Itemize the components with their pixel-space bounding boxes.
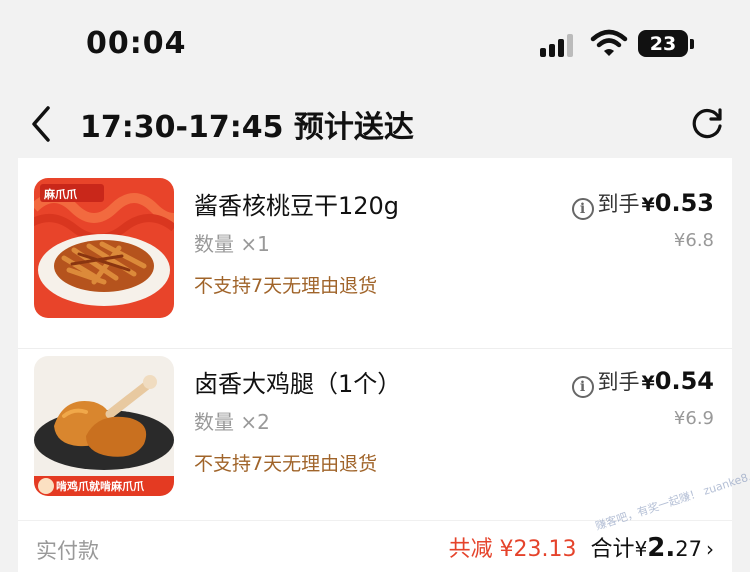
chevron-right-icon[interactable]: › xyxy=(706,537,714,561)
price-label: 到手 xyxy=(597,192,640,216)
info-icon[interactable]: i xyxy=(571,198,594,220)
total-label: 合计 xyxy=(590,537,635,562)
clock: 00:04 xyxy=(86,26,187,61)
summary-total[interactable]: 共减 ¥23.13 合计 ¥ 2. 27 › xyxy=(449,531,714,563)
battery-icon: 23 xyxy=(638,30,688,57)
price-label: 到手 xyxy=(597,370,640,394)
brand-banner: 啃鸡爪就啃麻爪爪 xyxy=(56,480,144,493)
total-amount-integer: 2. xyxy=(647,533,676,563)
item-name: 酱香核桃豆干120g xyxy=(194,192,400,220)
return-policy-note: 不支持7天无理由退货 xyxy=(194,453,378,475)
currency-symbol: ¥ xyxy=(641,372,655,394)
list-item[interactable]: 麻爪爪 酱香核桃豆干120g 数量 ×1 不支持7天无理由退货 i 到手 ¥ 0… xyxy=(18,170,732,349)
brand-logo: 麻爪爪 xyxy=(44,188,77,201)
payment-summary[interactable]: 实付款 共减 ¥23.13 合计 ¥ 2. 27 › xyxy=(18,520,732,572)
original-price: ¥6.8 xyxy=(673,230,714,251)
final-price: i 到手 ¥ 0.53 xyxy=(571,188,714,220)
total-amount-decimal: 27 xyxy=(675,537,702,561)
product-image-chicken-leg[interactable]: 啃鸡爪就啃麻爪爪 xyxy=(34,356,174,496)
refresh-button[interactable] xyxy=(688,104,726,142)
return-policy-note: 不支持7天无理由退货 xyxy=(194,275,378,297)
page-title: 17:30-17:45 预计送达 xyxy=(80,110,414,145)
nav-header: 17:30-17:45 预计送达 xyxy=(0,88,750,158)
item-quantity: 数量 ×2 xyxy=(194,410,270,434)
list-item[interactable]: 啃鸡爪就啃麻爪爪 卤香大鸡腿（1个） 数量 ×2 不支持7天无理由退货 i 到手… xyxy=(18,348,732,526)
original-price: ¥6.9 xyxy=(673,408,714,429)
info-icon[interactable]: i xyxy=(571,376,594,398)
back-button[interactable] xyxy=(26,104,60,144)
battery-cap xyxy=(690,39,694,49)
price-value: 0.53 xyxy=(654,189,714,217)
wifi-icon xyxy=(590,29,628,56)
final-price: i 到手 ¥ 0.54 xyxy=(571,366,714,398)
cellular-signal-icon xyxy=(540,33,578,57)
item-quantity: 数量 ×1 xyxy=(194,232,270,256)
price-value: 0.54 xyxy=(654,367,714,395)
summary-label: 实付款 xyxy=(36,539,99,563)
status-bar: 00:04 23 xyxy=(0,0,750,88)
item-name: 卤香大鸡腿（1个） xyxy=(194,370,402,398)
currency-symbol: ¥ xyxy=(634,537,648,561)
total-discount: 共减 ¥23.13 xyxy=(448,537,577,562)
product-image-dougan[interactable]: 麻爪爪 xyxy=(34,178,174,318)
currency-symbol: ¥ xyxy=(641,194,655,216)
